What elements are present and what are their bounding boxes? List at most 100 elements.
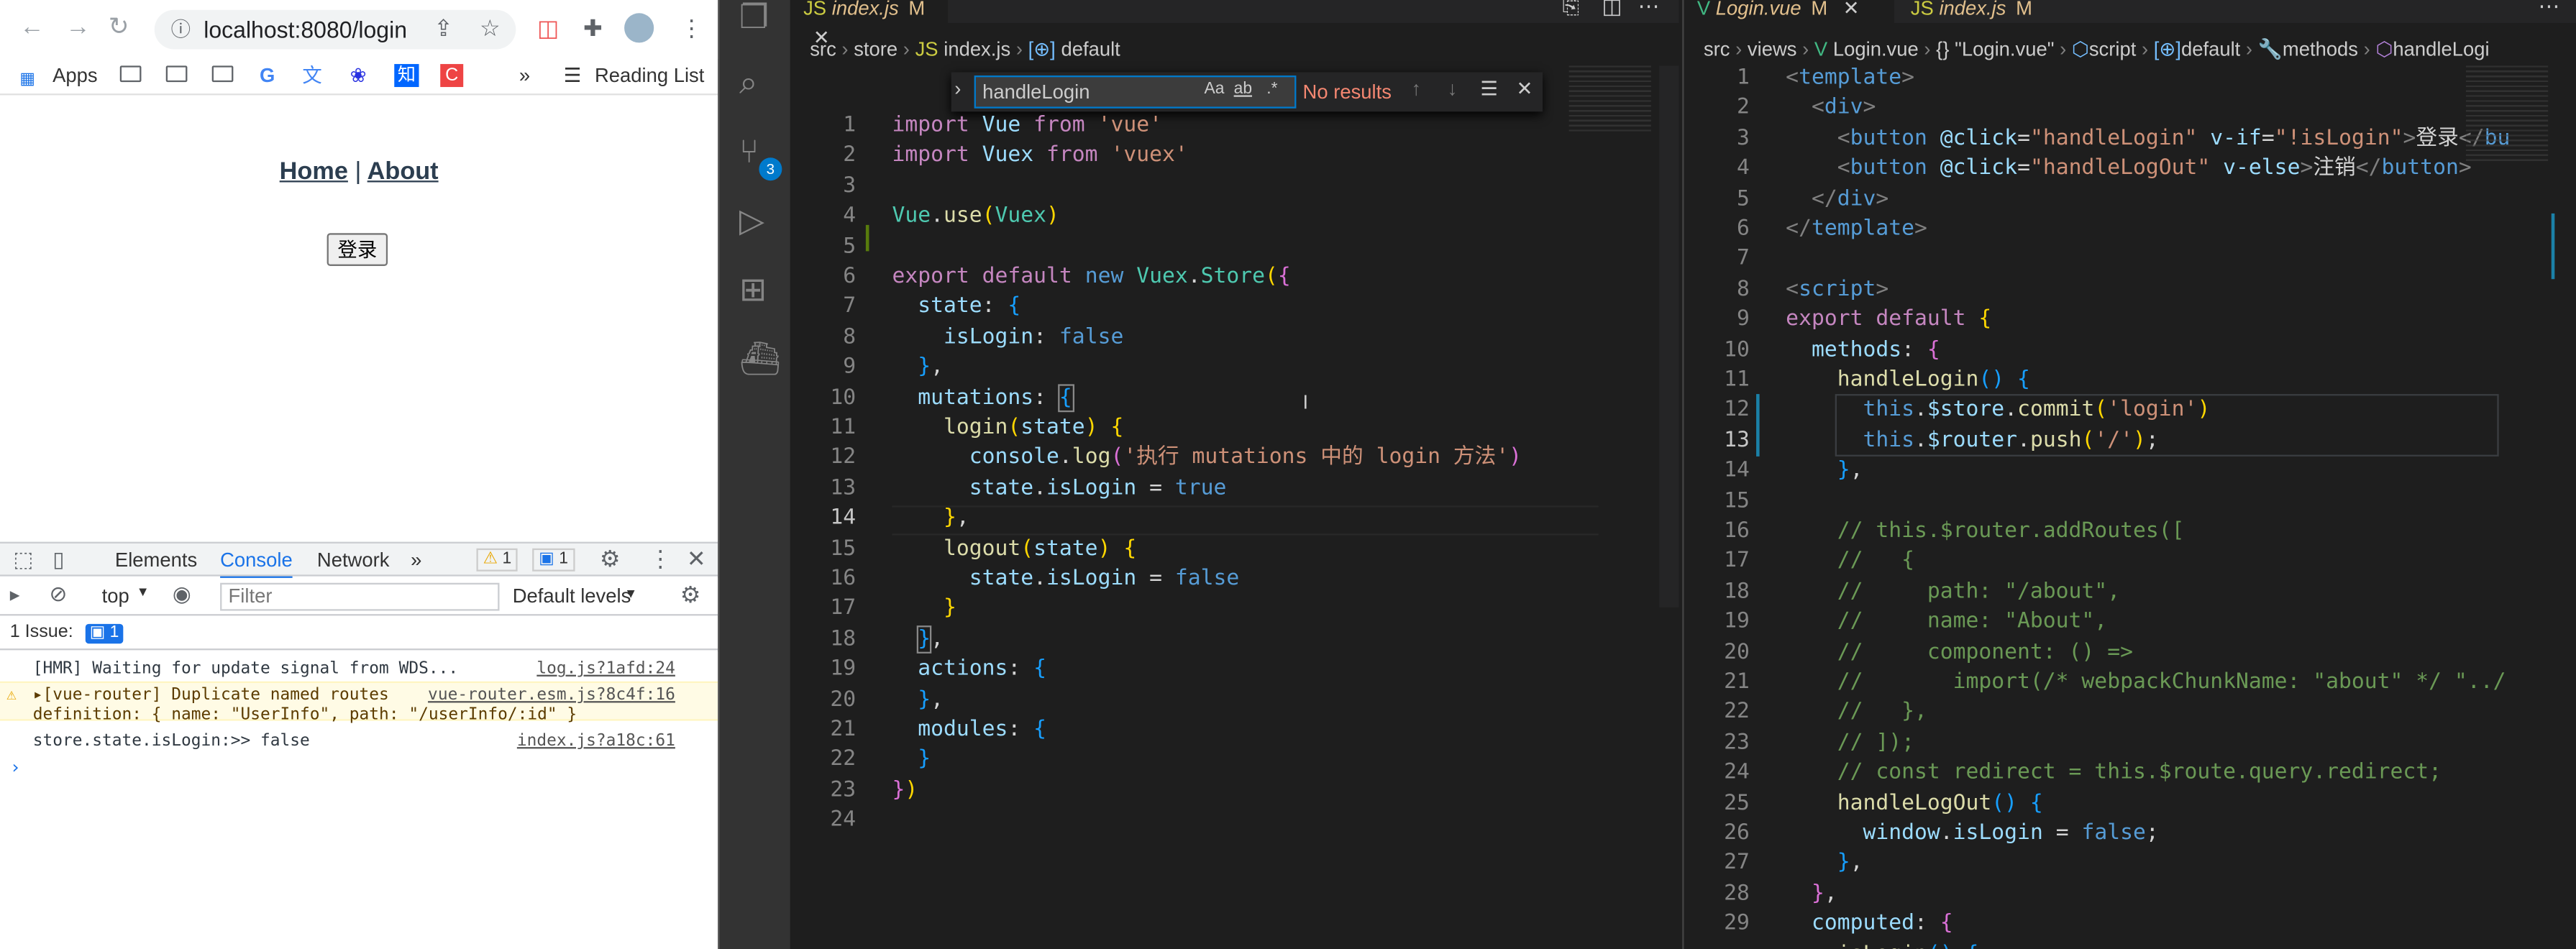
source-link[interactable]: index.js?a18c:61	[517, 730, 675, 752]
inspect-icon[interactable]: ⬚	[13, 546, 33, 573]
line-number: 19	[1724, 609, 1750, 634]
apps-grid-icon[interactable]: ▦	[19, 65, 35, 95]
code-area[interactable]: import Vue from 'vue' import Vuex from '…	[892, 111, 1522, 803]
more-tabs[interactable]: »	[411, 546, 421, 573]
extension-icon[interactable]: ◫	[537, 13, 559, 42]
method-icon: ⬡	[2375, 37, 2393, 61]
editor-scrollbar[interactable]	[1659, 65, 1679, 608]
reload-icon[interactable]: ↻	[109, 13, 129, 42]
whole-word-toggle[interactable]: ab	[1234, 81, 1252, 98]
filter-input[interactable]: Filter	[220, 582, 500, 611]
login-button[interactable]: 登录	[326, 233, 388, 266]
sidebar-toggle-icon[interactable]: ▸	[10, 583, 20, 606]
tab-network[interactable]: Network	[317, 546, 390, 573]
tab-index-js[interactable]: JS index.js M ✕	[790, 0, 949, 50]
avatar[interactable]	[624, 13, 654, 43]
info-icon[interactable]: ⓘ	[171, 10, 191, 50]
issues-bar[interactable]: 1 Issue: ▣ 1	[0, 618, 718, 651]
csdn-icon[interactable]: C	[440, 64, 464, 88]
chevron-down-icon: ▼	[136, 584, 150, 600]
line-number: 5	[843, 234, 857, 259]
find-in-selection-icon[interactable]: ☰	[1480, 77, 1498, 100]
line-number: 24	[830, 808, 857, 833]
console-prompt-icon[interactable]: ›	[10, 757, 21, 779]
forward-icon[interactable]: →	[65, 13, 90, 42]
folder-icon[interactable]	[165, 65, 188, 83]
levels-select[interactable]: Default levels	[513, 584, 631, 608]
explorer-icon[interactable]: ❐	[739, 0, 769, 36]
warning-count: 1	[502, 550, 512, 569]
device-toggle-icon[interactable]: ▯	[52, 546, 64, 573]
folder-icon[interactable]	[119, 65, 142, 83]
source-link[interactable]: vue-router.esm.js?8c4f:16	[428, 684, 675, 706]
menu-kebab-icon[interactable]: ⋮	[680, 13, 703, 42]
line-number: 14	[830, 505, 857, 531]
split-editor-icon[interactable]: ◫	[1602, 0, 1622, 19]
extensions-puzzle-icon[interactable]: ✚	[583, 13, 603, 42]
minimap[interactable]	[1568, 65, 1651, 132]
baidu-icon[interactable]: ❀	[350, 60, 367, 90]
address-bar[interactable]: ⓘ localhost:8080/login	[154, 9, 516, 50]
settings-gear-icon[interactable]: ⚙	[600, 545, 621, 573]
close-find-icon[interactable]: ✕	[1517, 77, 1533, 100]
bookmarks-bar: ▦ Apps G 文 ❀ 知 C » ☰ Reading List	[0, 59, 718, 96]
zhihu-icon[interactable]: 知	[394, 64, 419, 88]
bookmark-star-icon[interactable]: ☆	[480, 13, 501, 42]
source-link[interactable]: log.js?1afd:24	[536, 659, 675, 680]
line-number: 18	[1724, 579, 1750, 604]
warning-counter[interactable]: ⚠ 1	[476, 548, 519, 572]
extensions-icon[interactable]: ⊞	[739, 272, 767, 308]
tab-elements[interactable]: Elements	[115, 546, 197, 573]
close-devtools-icon[interactable]: ✕	[687, 545, 706, 573]
more-actions-icon[interactable]: ⋯	[2538, 0, 2559, 19]
more-bookmarks-icon[interactable]: »	[519, 60, 530, 90]
reading-list-icon[interactable]: ☰	[564, 60, 582, 90]
back-icon[interactable]: ←	[19, 13, 44, 42]
context-select[interactable]: top	[102, 584, 129, 608]
reading-list[interactable]: Reading List	[595, 60, 704, 90]
warning-icon: ⚠	[483, 550, 498, 569]
line-number: 7	[1737, 247, 1750, 272]
line-number: 10	[1724, 337, 1750, 362]
vue-file-icon: V	[1814, 37, 1828, 61]
eye-icon[interactable]: ◉	[173, 581, 191, 608]
line-number: 18	[830, 626, 857, 652]
run-debug-icon[interactable]: ▷	[739, 203, 764, 239]
tab-console[interactable]: Console	[220, 546, 293, 580]
regex-toggle[interactable]: .*	[1266, 81, 1277, 98]
symbol-icon: [⊕]	[2153, 37, 2181, 61]
code-area[interactable]: <template> <div> <button @click="handleL…	[1786, 64, 2510, 949]
about-link[interactable]: About	[367, 157, 439, 185]
next-match-icon[interactable]: ↓	[1448, 77, 1458, 100]
console-settings-icon[interactable]: ⚙	[680, 581, 701, 609]
devtools-menu-icon[interactable]: ⋮	[649, 545, 672, 573]
clear-console-icon[interactable]: ⊘	[50, 581, 68, 608]
tab-index-js[interactable]: JS index.js M	[1898, 0, 2062, 23]
folder-icon[interactable]	[211, 65, 234, 83]
minimap[interactable]	[2465, 65, 2549, 165]
editor-store-index: JS index.js M ✕ ⎘ ◫ ⋯ src › store › JS in…	[790, 0, 1679, 949]
translate-icon[interactable]: 文	[302, 60, 321, 90]
docker-icon[interactable]: ⛴	[739, 341, 781, 377]
home-link[interactable]: Home	[280, 157, 348, 185]
more-actions-icon[interactable]: ⋯	[1638, 0, 1660, 19]
tab-login-vue[interactable]: V Login.vue M ✕	[1684, 0, 1894, 23]
line-number: 20	[1724, 639, 1750, 664]
source-control-icon[interactable]: ⑂	[739, 134, 759, 170]
close-tab-icon[interactable]: ✕	[1843, 0, 1860, 19]
open-changes-icon[interactable]: ⎘	[1563, 0, 1580, 19]
line-number: 24	[1724, 760, 1750, 786]
match-case-toggle[interactable]: Aa	[1204, 81, 1224, 98]
console-message: store.state.isLogin:>> false index.js?a1…	[0, 730, 718, 752]
toggle-replace-icon[interactable]: ›	[954, 77, 961, 100]
previous-match-icon[interactable]: ↑	[1411, 77, 1421, 100]
google-icon[interactable]: G	[260, 60, 275, 90]
share-icon[interactable]: ⇪	[434, 13, 453, 42]
apps-bookmark[interactable]: Apps	[52, 60, 98, 90]
chevron-down-icon: ▼	[624, 586, 638, 601]
line-number: 1	[843, 113, 857, 138]
line-number: 5	[1737, 186, 1750, 211]
search-icon[interactable]: ⌕	[739, 65, 758, 101]
line-number: 22	[1724, 700, 1750, 725]
info-counter[interactable]: ▣ 1	[532, 548, 575, 572]
